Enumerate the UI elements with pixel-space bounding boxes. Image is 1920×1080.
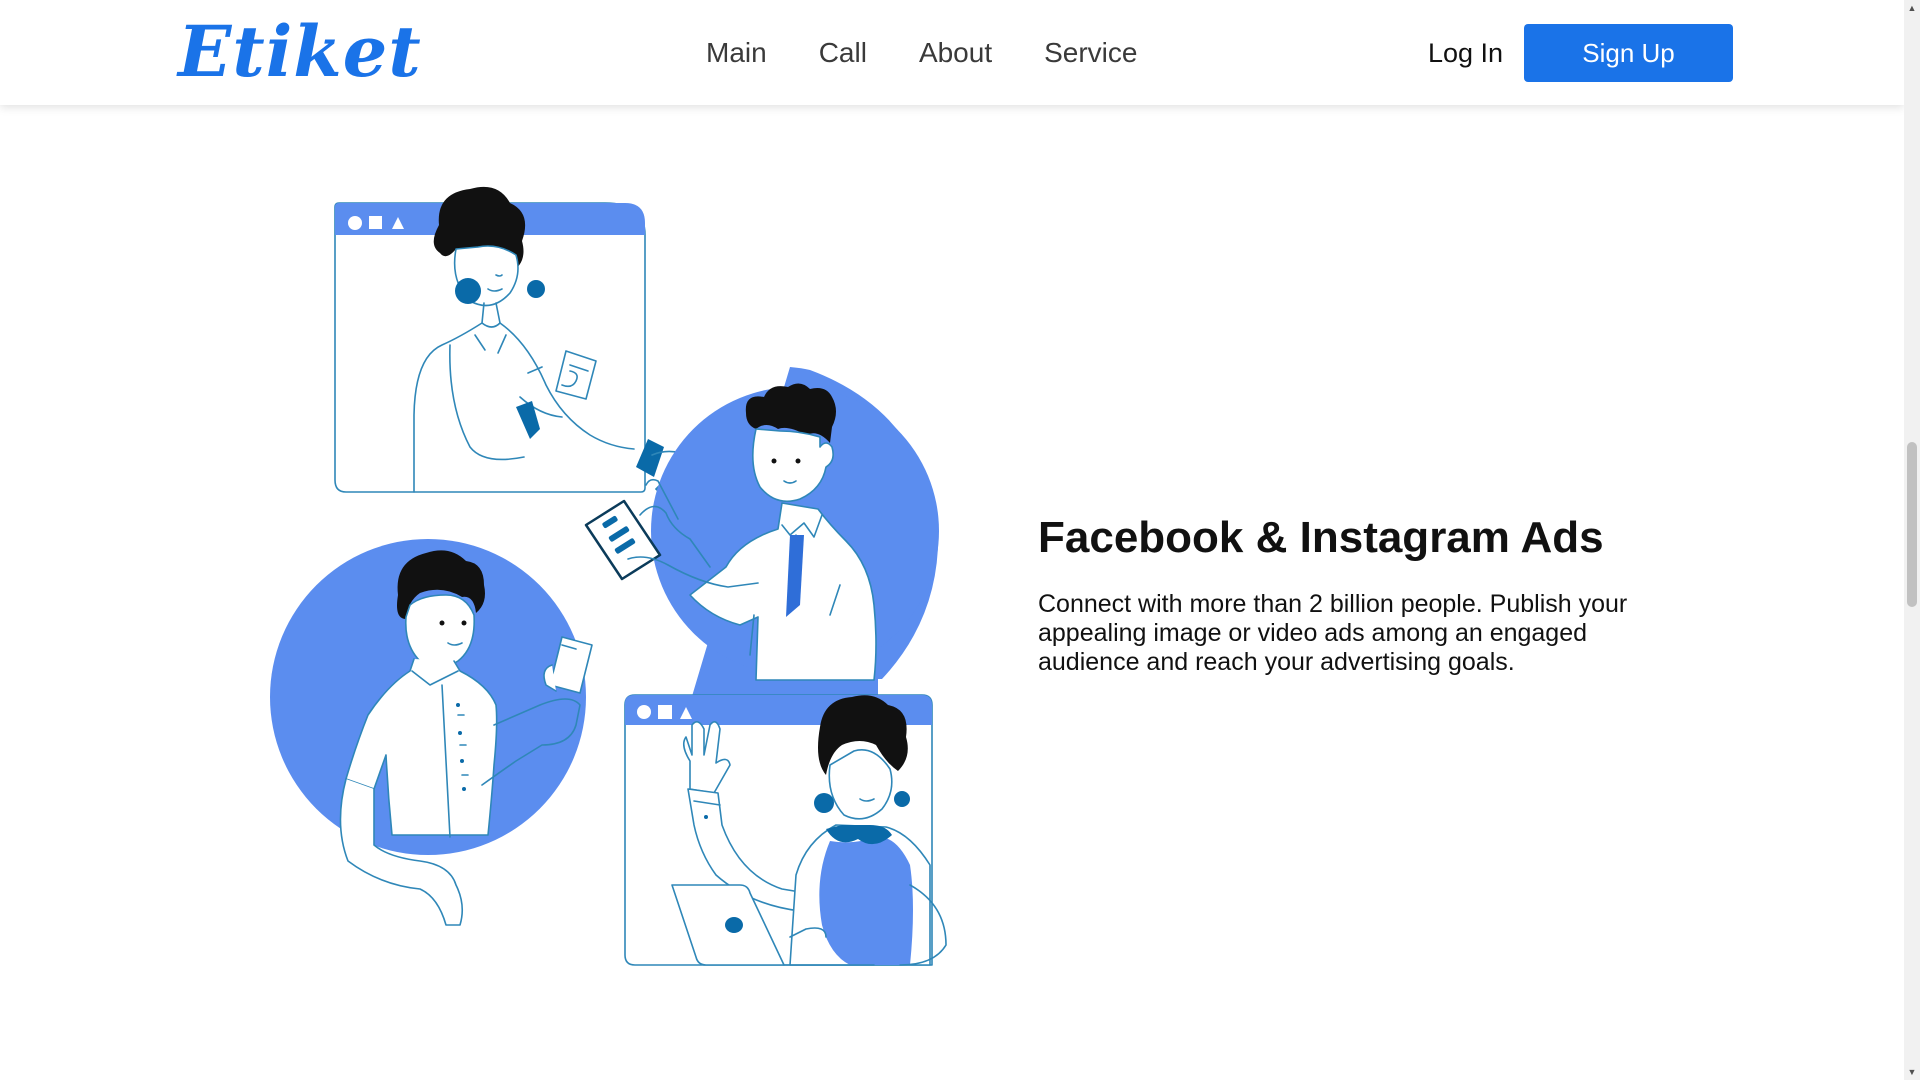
vertical-scrollbar[interactable]: ▲ ▼: [1904, 0, 1920, 1080]
signup-button[interactable]: Sign Up: [1524, 24, 1733, 82]
triangle-down-icon[interactable]: ▼: [1904, 1064, 1920, 1080]
page: Etiket Main Call About Service Log In Si…: [0, 0, 1904, 1080]
triangle-up-icon[interactable]: ▲: [1904, 0, 1920, 16]
navbar: Etiket Main Call About Service Log In Si…: [0, 0, 1904, 105]
login-link[interactable]: Log In: [1428, 36, 1503, 70]
nav-link-service[interactable]: Service: [1044, 37, 1137, 69]
window-woman-laptop: [624, 694, 947, 966]
nav-link-call[interactable]: Call: [819, 37, 867, 69]
man-left-with-phone: [270, 539, 593, 926]
section-description: Connect with more than 2 billion people.…: [1038, 590, 1628, 676]
section-title: Facebook & Instagram Ads: [1038, 513, 1604, 562]
hero-illustration: [270, 186, 947, 966]
scrollbar-thumb[interactable]: [1907, 442, 1917, 607]
main-nav: Main Call About Service: [706, 0, 1189, 105]
logo[interactable]: Etiket: [178, 4, 422, 100]
nav-link-about[interactable]: About: [919, 37, 992, 69]
nav-link-main[interactable]: Main: [706, 37, 767, 69]
